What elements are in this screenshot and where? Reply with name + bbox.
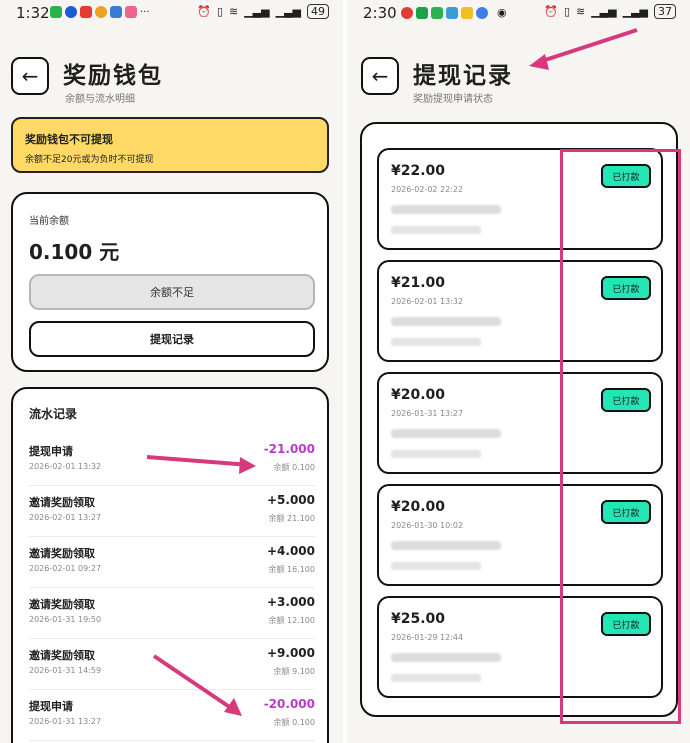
annotation-arrowhead-1 xyxy=(239,457,256,474)
annotation-arrow-2 xyxy=(152,654,236,712)
annotation-arrows xyxy=(529,28,638,70)
withdraw-records-screen: 2:30 ◉ ⏰ ▯ ≋ ▁▃▅ ▁▃▅ 37 ← 提现记录 奖励提现申请状态 … xyxy=(347,0,690,743)
annotation-arrowhead-3 xyxy=(529,54,549,70)
annotation-arrow-3 xyxy=(538,28,638,64)
wallet-screen: 1:32 ··· ⏰ ▯ ≋ ▁▃▅ ▁▃▅ 49 ← 奖励钱包 余额与流水明细… xyxy=(0,0,343,743)
annotation-arrows xyxy=(146,455,256,716)
annotation-arrow-1 xyxy=(146,455,251,467)
